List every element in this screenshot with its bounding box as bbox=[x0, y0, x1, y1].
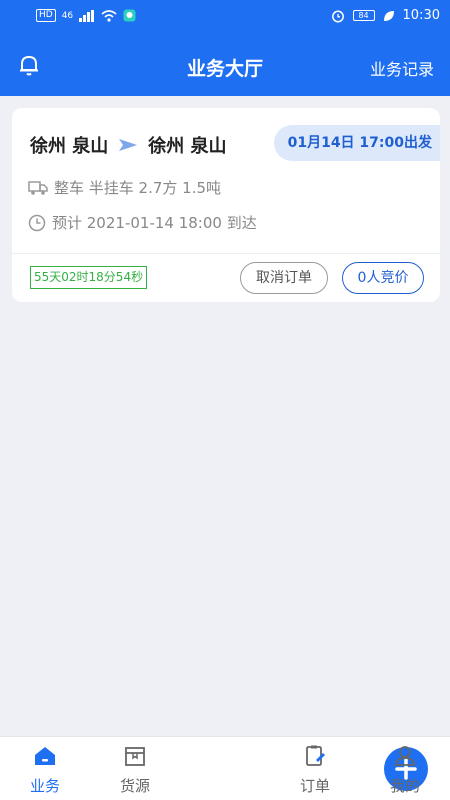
cargo-box-icon bbox=[125, 747, 145, 766]
clock-icon bbox=[28, 214, 46, 231]
battery-indicator: 84 bbox=[352, 10, 375, 21]
cancel-order-button[interactable]: 取消订单 bbox=[240, 262, 328, 294]
tab-orders-label: 订单 bbox=[299, 777, 330, 795]
departure-time-badge: 01月14日 17:00出发 bbox=[273, 125, 440, 161]
destination-city: 徐州 泉山 bbox=[148, 136, 227, 157]
clock: 10:30 bbox=[402, 8, 440, 23]
tab-orders[interactable]: 订单 bbox=[270, 737, 360, 800]
tab-cargo-source-label: 货源 bbox=[119, 777, 150, 795]
route-arrow-icon bbox=[119, 139, 138, 151]
signal-icon bbox=[79, 9, 95, 22]
status-right: 84 10:30 bbox=[331, 8, 440, 23]
tab-business-label: 业务 bbox=[29, 777, 60, 795]
order-card[interactable]: 徐州 泉山 徐州 泉山 01月14日 17:00出发 整车 半挂车 2.7方 1… bbox=[12, 108, 440, 302]
leaf-icon bbox=[383, 10, 394, 21]
hd-badge: HD bbox=[36, 9, 56, 22]
status-left: HD 46 bbox=[36, 9, 136, 22]
home-icon bbox=[35, 747, 55, 765]
countdown-badge: 55天02时18分54秒 bbox=[30, 266, 148, 289]
card-divider bbox=[12, 253, 440, 254]
tab-mine-label: 我的 bbox=[389, 777, 420, 795]
tab-business[interactable]: 业务 bbox=[0, 737, 90, 800]
eta-text: 预计 2021-01-14 18:00 到达 bbox=[52, 214, 257, 232]
bottom-tab-bar: 业务 货源 订单 我的 bbox=[0, 736, 450, 800]
bid-count-button[interactable]: 0人竞价 bbox=[342, 262, 424, 294]
truck-icon bbox=[28, 180, 48, 195]
business-record-link[interactable]: 业务记录 bbox=[370, 56, 434, 80]
eta-info: 预计 2021-01-14 18:00 到达 bbox=[28, 212, 257, 233]
cargo-description: 整车 半挂车 2.7方 1.5吨 bbox=[54, 179, 222, 197]
cargo-info: 整车 半挂车 2.7方 1.5吨 bbox=[28, 177, 221, 198]
app-notification-icon bbox=[123, 9, 136, 22]
tab-mine[interactable]: 我的 bbox=[360, 737, 450, 800]
user-icon bbox=[395, 746, 415, 766]
order-edit-icon bbox=[306, 745, 325, 766]
app-header: 业务大厅 业务记录 bbox=[0, 34, 450, 96]
wifi-icon bbox=[101, 9, 117, 22]
alarm-icon bbox=[331, 10, 344, 22]
origin-city: 徐州 泉山 bbox=[30, 136, 109, 157]
tab-add[interactable] bbox=[180, 737, 428, 800]
tab-cargo-source[interactable]: 货源 bbox=[90, 737, 180, 800]
route: 徐州 泉山 徐州 泉山 bbox=[30, 132, 227, 158]
network-label: 46 bbox=[61, 10, 74, 21]
status-bar: HD 46 84 10:30 bbox=[0, 0, 450, 34]
